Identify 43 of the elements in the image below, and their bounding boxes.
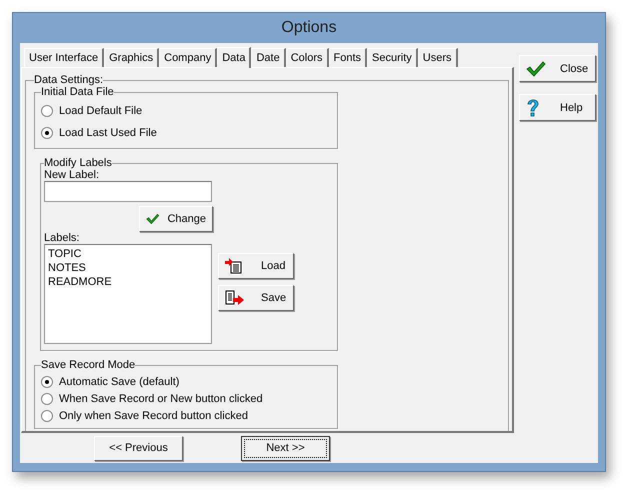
- window-title: Options: [280, 18, 338, 38]
- radio-label: When Save Record or New button clicked: [59, 392, 263, 404]
- radio-button[interactable]: [41, 127, 53, 139]
- document-arrow-icon: [225, 258, 243, 274]
- radio-button[interactable]: [41, 105, 53, 117]
- input-field[interactable]: [44, 181, 212, 202]
- checkmark-icon: [526, 60, 546, 76]
- tab[interactable]: User Interface: [24, 48, 104, 67]
- field-label: Labels:: [44, 232, 80, 244]
- close-button[interactable]: Close: [519, 55, 596, 82]
- tab[interactable]: Data: [217, 47, 252, 68]
- radio-label: Load Last Used File: [59, 127, 157, 139]
- document-arrow-icon: [225, 290, 245, 306]
- nav-button[interactable]: << Previous: [94, 436, 183, 460]
- radio-label: Only when Save Record button clicked: [59, 410, 248, 422]
- radio-button[interactable]: [41, 392, 53, 404]
- group-title: Initial Data File: [41, 86, 114, 98]
- save-button[interactable]: Save: [218, 285, 294, 311]
- tab[interactable]: Fonts: [328, 48, 368, 67]
- change-button[interactable]: Change: [139, 206, 213, 232]
- radio-label: Automatic Save (default): [59, 376, 180, 388]
- group-title: Modify Labels: [44, 157, 112, 169]
- help-button[interactable]: Help: [519, 94, 596, 121]
- list-item[interactable]: TOPIC: [48, 247, 208, 261]
- list-box[interactable]: TOPIC NOTES READMORE: [44, 244, 212, 344]
- tab[interactable]: Security: [367, 48, 418, 67]
- radio-button[interactable]: [41, 410, 53, 422]
- checkmark-icon: [146, 211, 160, 227]
- group-title: Data Settings:: [34, 74, 104, 86]
- load-button[interactable]: Load: [218, 253, 294, 279]
- nav-button[interactable]: Next >>: [241, 436, 330, 460]
- group-title: Save Record Mode: [41, 359, 136, 371]
- tab[interactable]: Colors: [286, 48, 328, 67]
- tab[interactable]: Graphics: [104, 48, 160, 67]
- list-item[interactable]: NOTES: [48, 261, 208, 275]
- tab[interactable]: Company: [159, 48, 218, 67]
- radio-button[interactable]: [41, 376, 53, 388]
- tab[interactable]: Date: [251, 48, 286, 67]
- radio-label: Load Default File: [59, 105, 142, 117]
- question-mark-icon: [526, 98, 540, 118]
- field-label: New Label:: [44, 169, 100, 181]
- list-item[interactable]: READMORE: [48, 275, 208, 289]
- tab[interactable]: Users: [418, 48, 458, 67]
